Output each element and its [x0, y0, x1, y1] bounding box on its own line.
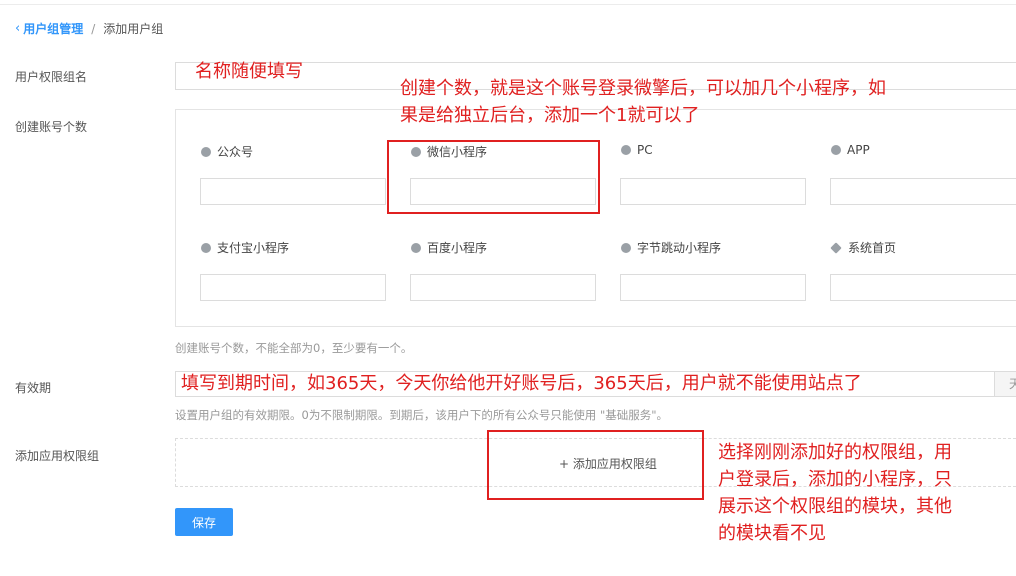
bytedance-count-input[interactable] [620, 274, 806, 301]
alipay-icon [201, 242, 211, 253]
annotation-count-note-line1: 创建个数，就是这个账号登录微擎后，可以加几个小程序，如 [400, 78, 886, 99]
annotation-highlight-add-group [487, 430, 704, 500]
app-group-label: 添加应用权限组 [15, 449, 100, 463]
annotation-name-note: 名称随便填写 [195, 61, 303, 82]
breadcrumb-parent-link[interactable]: 用户组管理 [23, 20, 83, 37]
account-type-alipay: 支付宝小程序 [201, 239, 289, 256]
wechat-official-icon [201, 146, 211, 157]
official-count-input[interactable] [200, 178, 386, 205]
breadcrumb: ‹ 用户组管理 / 添加用户组 [15, 20, 163, 37]
account-type-bytedance: 字节跳动小程序 [621, 239, 721, 256]
app-icon [831, 145, 841, 155]
chevron-left-icon[interactable]: ‹ [15, 21, 20, 36]
save-button[interactable]: 保存 [175, 508, 233, 536]
account-count-help: 创建账号个数，不能全部为0，至少要有一个。 [175, 341, 413, 355]
account-type-pc: PC [621, 143, 653, 157]
account-type-official: 公众号 [201, 143, 253, 160]
layers-icon [830, 241, 842, 254]
annotation-group-note-line3: 展示这个权限组的模块，其他 [718, 496, 952, 517]
baidu-count-input[interactable] [410, 274, 596, 301]
account-type-app: APP [831, 143, 870, 157]
annotation-group-note-line4: 的模块看不见 [718, 523, 826, 544]
annotation-highlight-miniprogram [387, 140, 600, 214]
annotation-validity-note: 填写到期时间，如365天，今天你给他开好账号后，365天后，用户就不能使用站点了 [181, 373, 862, 394]
validity-help: 设置用户组的有效期限。0为不限制期限。到期后，该用户下的所有公众号只能使用 "基… [175, 408, 669, 422]
account-type-baidu: 百度小程序 [411, 239, 487, 256]
bytedance-icon [621, 242, 631, 253]
account-type-system-home: 系统首页 [830, 239, 896, 256]
system-home-count-input[interactable] [830, 274, 1016, 301]
app-count-input[interactable] [830, 178, 1016, 205]
annotation-group-note-line1: 选择刚刚添加好的权限组，用 [718, 442, 952, 463]
pc-icon [621, 145, 631, 155]
annotation-count-note-line2: 果是给独立后台，添加一个1就可以了 [400, 105, 700, 126]
breadcrumb-separator: / [91, 21, 96, 36]
validity-label: 有效期 [15, 381, 52, 395]
baidu-icon [411, 242, 421, 253]
account-count-label: 创建账号个数 [15, 120, 88, 134]
pc-count-input[interactable] [620, 178, 806, 205]
alipay-count-input[interactable] [200, 274, 386, 301]
validity-suffix: 天 [994, 371, 1016, 397]
group-name-label: 用户权限组名 [15, 70, 88, 84]
top-divider [0, 4, 1016, 5]
breadcrumb-current: 添加用户组 [103, 22, 164, 36]
annotation-group-note-line2: 户登录后，添加的小程序，只 [718, 469, 952, 490]
